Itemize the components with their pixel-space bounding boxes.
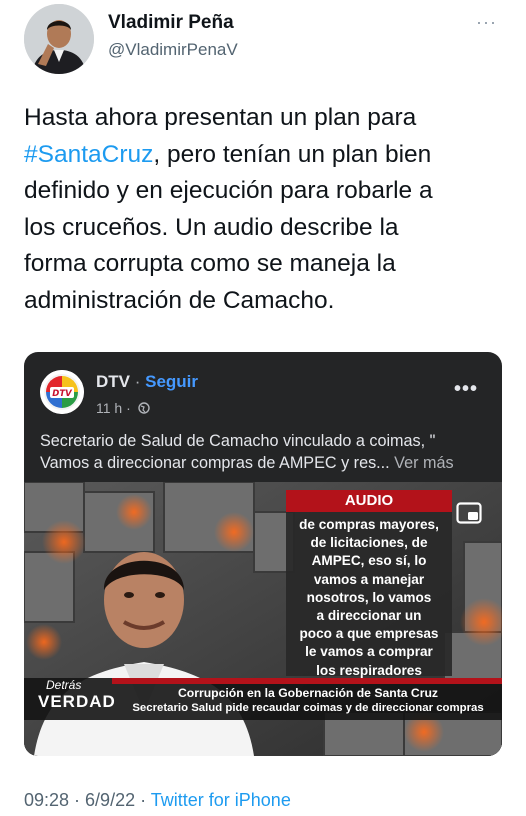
picture-in-picture-icon[interactable] [456,502,482,524]
audio-line: le vamos a comprar [305,644,433,660]
audio-caption-box: AUDIO de compras mayores, de licitacione… [286,490,452,678]
post-text-line2: Vamos a direccionar compras de AMPEC y r… [40,452,488,474]
page-name-row: DTV · Seguir [96,372,198,392]
lower-third-accent [112,678,502,684]
user-handle[interactable]: @VladimirPenaV [108,40,238,60]
tweet-date[interactable]: 6/9/22 [85,790,135,810]
page-name[interactable]: DTV [96,372,130,391]
post-text-line: Vamos a direccionar compras de AMPEC y r… [40,454,390,472]
video-headline: Corrupción en la Gobernación de Santa Cr… [177,686,439,700]
audio-line: poco a que empresas [299,626,439,642]
audio-line: AMPEC, eso sí, lo [311,553,427,569]
tweet-line: Hasta ahora presentan un plan para [24,104,417,131]
brand-bottom-text: VERDAD [38,692,116,711]
svg-text:DTV: DTV [52,389,73,399]
tweet-line: definido y en ejecución para robarle a [24,177,433,204]
display-name[interactable]: Vladimir Peña [108,12,234,34]
post-more-icon[interactable]: ••• [454,378,478,401]
post-time[interactable]: 11 h · [96,400,131,416]
source-link[interactable]: Twitter for iPhone [151,790,291,810]
audio-line: a direccionar un [316,608,422,624]
tweet-text: Hasta ahora presentan un plan para #Sant… [24,100,504,319]
audio-line: vamos a manejar [313,571,425,587]
tweet-header: Vladimir Peña @VladimirPenaV ··· [0,0,526,80]
more-options-icon[interactable]: ··· [476,12,497,33]
post-text: Secretario de Salud de Camacho vinculado… [40,430,488,474]
follow-button[interactable]: Seguir [145,372,198,391]
tweet-line: forma corrupta como se maneja la [24,250,396,277]
audio-line: de licitaciones, de [310,535,428,551]
see-more-link[interactable]: Ver más [394,454,453,472]
separator-dot: · [130,372,146,391]
post-time-row: 11 h · [96,400,150,416]
audio-transcript: de compras mayores, de licitaciones, de … [290,516,448,680]
tweet-meta: 09:28 · 6/9/22 · Twitter for iPhone [24,790,291,811]
tweet-line: los cruceños. Un audio describe la [24,213,399,241]
avatar[interactable] [24,4,94,74]
audio-label: AUDIO [286,490,452,512]
video-subheadline: Secretario Salud pide recaudar coimas y … [132,702,484,714]
audio-line: nosotros, lo vamos [306,589,432,605]
dtv-logo[interactable]: DTV [40,370,84,414]
tweet-line-text: , pero tenían un plan bien [153,140,432,168]
tweet-line: #SantaCruz, pero tenían un plan bien [24,137,504,174]
audio-line: de compras mayores, [299,517,439,532]
tweet-line: administración de Camacho. [24,286,335,314]
brand-top-text: Detrás [46,678,82,692]
meta-separator: · [135,790,151,810]
hashtag-link[interactable]: #SantaCruz [24,141,153,168]
embedded-post-card[interactable]: DTV DTV · Seguir 11 h · ••• Secretario d… [24,352,502,756]
video-player[interactable]: AUDIO de compras mayores, de licitacione… [24,482,502,756]
post-text-line: Secretario de Salud de Camacho vinculado… [40,432,436,450]
meta-separator: · [69,790,86,810]
globe-icon [137,402,150,414]
tweet-time[interactable]: 09:28 [24,790,69,810]
